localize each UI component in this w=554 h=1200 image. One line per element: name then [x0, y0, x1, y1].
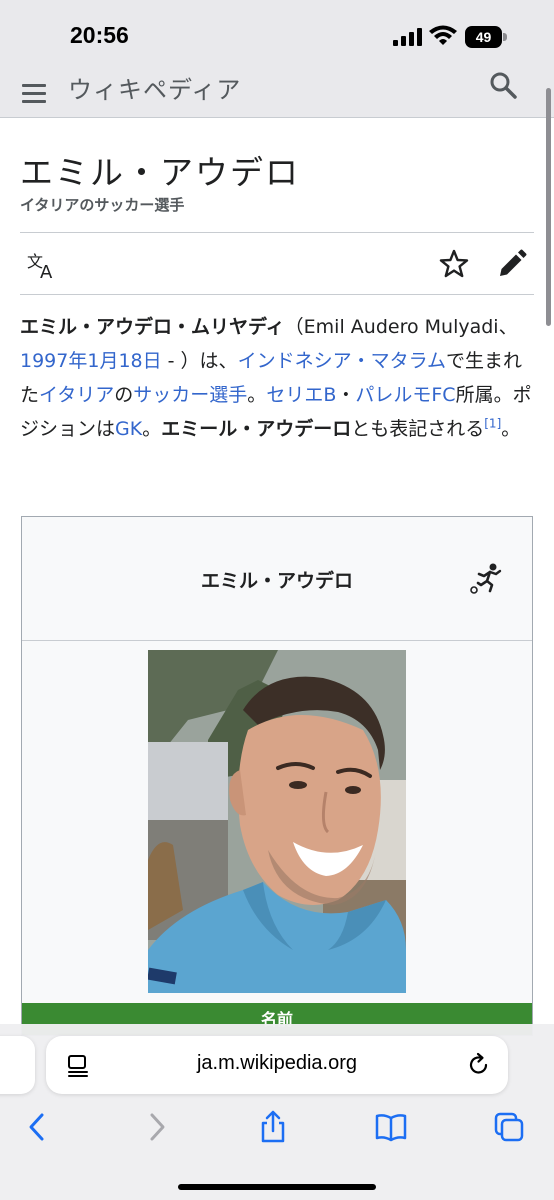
birthplace-link[interactable]: インドネシア・マタラム — [238, 350, 446, 372]
svg-text:A: A — [40, 262, 53, 280]
text: 。 — [247, 384, 267, 406]
url-text[interactable]: ja.m.wikipedia.org — [46, 1052, 508, 1075]
divider — [20, 232, 534, 233]
cellular-signal-icon — [393, 28, 422, 46]
language-icon[interactable]: 文 A — [26, 250, 58, 280]
occupation-link[interactable]: サッカー選手 — [133, 384, 247, 406]
share-icon[interactable] — [256, 1110, 290, 1144]
player-photo[interactable] — [148, 650, 406, 993]
alt-name: エミール・アウデーロ — [161, 418, 352, 440]
scrollbar[interactable] — [546, 88, 551, 326]
battery-level: 49 — [475, 29, 492, 45]
text: とも表記される — [351, 418, 485, 440]
text: の — [114, 384, 134, 406]
hamburger-menu-icon[interactable] — [20, 78, 48, 106]
battery-icon: 49 — [465, 26, 507, 48]
nationality-link[interactable]: イタリア — [39, 384, 114, 406]
wifi-icon — [429, 25, 457, 45]
text: ・ — [336, 384, 356, 406]
text: 。 — [501, 418, 521, 440]
divider — [20, 294, 534, 295]
tabs-icon[interactable] — [492, 1110, 526, 1144]
club-link[interactable]: パレルモFC — [355, 384, 455, 406]
status-bar: 20:56 49 — [0, 0, 554, 70]
edit-pencil-icon[interactable] — [496, 248, 528, 280]
reference-link[interactable]: [1] — [484, 417, 501, 431]
page-title: エミル・アウデロ — [20, 153, 300, 192]
infobox: エミル・アウデロ 名前 — [21, 516, 533, 1036]
soccer-player-icon — [470, 563, 502, 594]
lead-paragraph: エミル・アウデロ・ムリヤディ（Emil Audero Mulyadi、 1997年… — [20, 310, 534, 446]
position-link[interactable]: GK — [115, 418, 142, 440]
status-time: 20:56 — [70, 22, 129, 48]
infobox-title: エミル・アウデロ — [200, 570, 353, 592]
bold-name: エミル・アウデロ・ムリヤディ — [20, 316, 285, 338]
previous-tab-pill[interactable] — [0, 1036, 35, 1094]
safari-toolbar: ja.m.wikipedia.org — [0, 1024, 554, 1200]
league-link[interactable]: セリエB — [266, 384, 336, 406]
page-subtitle: イタリアのサッカー選手 — [20, 196, 185, 214]
text: - ）は、 — [161, 350, 238, 372]
latin-name: （Emil Audero Mulyadi、 — [284, 316, 518, 338]
forward-chevron-icon[interactable] — [140, 1110, 174, 1144]
search-icon[interactable] — [488, 70, 518, 100]
reload-icon[interactable] — [466, 1052, 492, 1078]
birth-date-link[interactable]: 1997年1月18日 — [20, 350, 162, 372]
text: 。 — [142, 418, 162, 440]
bookmarks-book-icon[interactable] — [374, 1110, 408, 1144]
wikipedia-wordmark[interactable]: ウィキペディア — [68, 70, 241, 105]
wiki-header: ウィキペディア — [0, 70, 554, 118]
address-bar[interactable]: ja.m.wikipedia.org — [46, 1036, 508, 1094]
infobox-title-row: エミル・アウデロ — [22, 517, 532, 641]
home-indicator[interactable] — [178, 1184, 376, 1190]
watch-star-icon[interactable] — [438, 248, 470, 280]
back-chevron-icon[interactable] — [20, 1110, 54, 1144]
